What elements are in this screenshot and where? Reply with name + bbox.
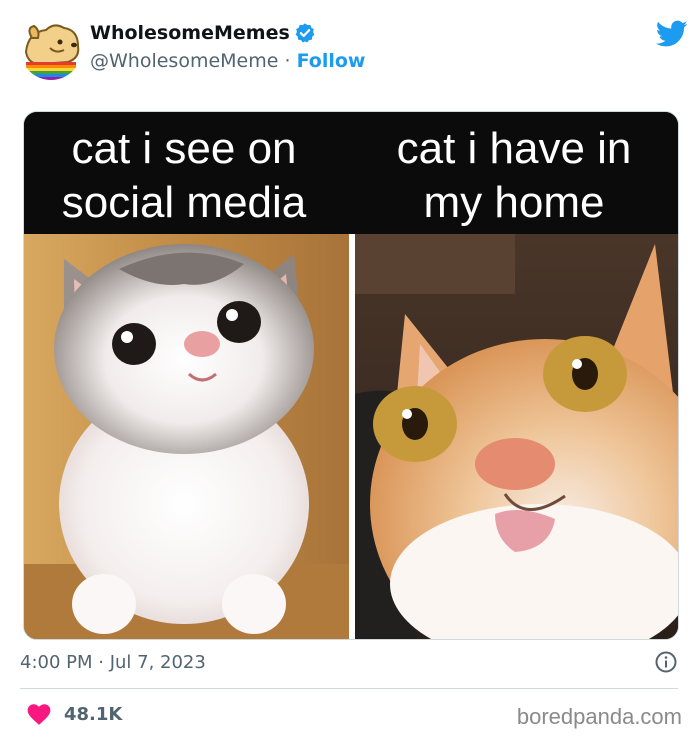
- tweet-media-image[interactable]: cat i see on social media cat i have in …: [23, 111, 679, 640]
- tweet-header: WholesomeMemes @WholesomeMeme · Follow: [20, 16, 688, 86]
- verified-badge-icon: [294, 22, 316, 44]
- kitten-photo: [24, 234, 349, 639]
- like-count: 48.1K: [64, 703, 123, 725]
- name-row: WholesomeMemes: [90, 22, 316, 44]
- avatar[interactable]: [20, 18, 82, 80]
- right-caption: cat i have in my home: [396, 124, 632, 227]
- separator: ·: [284, 50, 291, 72]
- like-action[interactable]: 48.1K: [26, 702, 122, 726]
- watermark: boredpanda.com: [516, 704, 682, 729]
- display-name[interactable]: WholesomeMemes: [90, 22, 290, 44]
- tweet-meta-row: 4:00 PM · Jul 7, 2023: [20, 650, 678, 680]
- heart-icon[interactable]: [26, 702, 52, 726]
- follow-button[interactable]: Follow: [297, 50, 366, 72]
- divider-line: [20, 688, 678, 689]
- handle[interactable]: @WholesomeMeme: [90, 50, 278, 72]
- meme-caption-bar: cat i see on social media cat i have in …: [24, 112, 678, 234]
- left-caption: cat i see on social media: [61, 124, 307, 227]
- info-icon[interactable]: [654, 650, 678, 674]
- avatar-dog-illustration: [20, 18, 82, 80]
- twitter-bird-icon[interactable]: [655, 20, 688, 48]
- tweet-timestamp[interactable]: 4:00 PM · Jul 7, 2023: [20, 652, 206, 673]
- cat-photo: [355, 234, 678, 639]
- handle-row: @WholesomeMeme · Follow: [90, 50, 365, 72]
